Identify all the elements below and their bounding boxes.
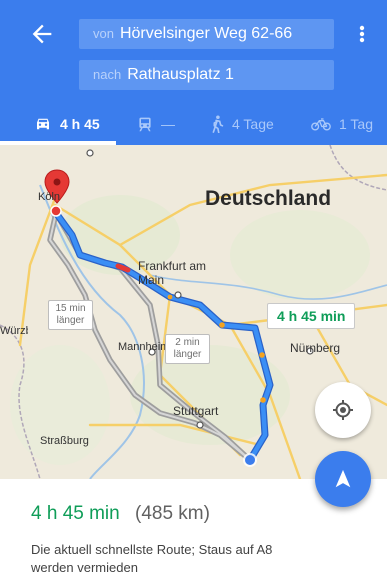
alt-route-callout-2[interactable]: 2 min länger xyxy=(165,334,210,364)
arrow-back-icon xyxy=(32,24,52,44)
tab-walk[interactable]: 4 Tage xyxy=(210,102,274,145)
back-button[interactable] xyxy=(28,20,56,48)
origin-prefix: von xyxy=(93,26,114,41)
origin-value: Hörvelsinger Weg 62-66 xyxy=(119,25,293,42)
tab-bike[interactable]: 1 Tag xyxy=(311,102,373,145)
destination-prefix: nach xyxy=(93,67,122,82)
walk-icon xyxy=(212,114,224,133)
tab-car-label: 4 h 45 xyxy=(60,115,100,132)
origin-field[interactable]: von Hörvelsinger Weg 62-66 xyxy=(79,19,334,49)
main-route-callout[interactable]: 4 h 45 min xyxy=(267,303,356,329)
crosshair-icon xyxy=(333,400,353,420)
city-label-nuernberg: Nürnberg xyxy=(290,341,341,355)
navigation-arrow-icon xyxy=(335,469,351,488)
route-distance: (485 km) xyxy=(135,503,210,524)
bike-icon xyxy=(311,117,331,130)
city-label-mannheim: Mannheim xyxy=(118,341,170,353)
car-icon xyxy=(37,118,49,129)
start-navigation-button[interactable] xyxy=(315,451,371,507)
country-label: Deutschland xyxy=(205,187,332,210)
route-duration: 4 h 45 min xyxy=(31,503,120,524)
train-icon xyxy=(139,117,151,131)
tab-transit-label: — xyxy=(161,115,175,132)
tab-walk-label: 4 Tage xyxy=(232,115,274,132)
my-location-button[interactable] xyxy=(315,382,371,438)
destination-value: Rathausplatz 1 xyxy=(127,66,234,83)
alt-route-callout-1[interactable]: 15 min länger xyxy=(48,300,93,330)
city-label-frankfurt: Frankfurt am Main xyxy=(138,259,207,287)
tab-bike-label: 1 Tag xyxy=(339,115,373,132)
travel-mode-tabs: 4 h 45 — 4 Tage 1 Tag xyxy=(0,102,387,145)
tab-car[interactable]: 4 h 45 xyxy=(34,102,100,145)
overflow-menu-button[interactable] xyxy=(352,20,372,48)
destination-field[interactable]: nach Rathausplatz 1 xyxy=(79,60,334,90)
tab-transit[interactable]: — xyxy=(137,102,175,145)
route-description: Die aktuell schnellste Route; Staus auf … xyxy=(31,542,273,575)
city-label-koeln: Köln xyxy=(38,191,61,203)
city-label-strassburg: Straßburg xyxy=(40,435,89,447)
city-label-stuttgart: Stuttgart xyxy=(173,404,219,418)
city-label-partial: Würzburg xyxy=(0,325,28,337)
route-map[interactable]: Deutschland Köln Frankfurt am Main Nürnb… xyxy=(0,145,387,479)
more-vert-icon xyxy=(359,25,365,43)
